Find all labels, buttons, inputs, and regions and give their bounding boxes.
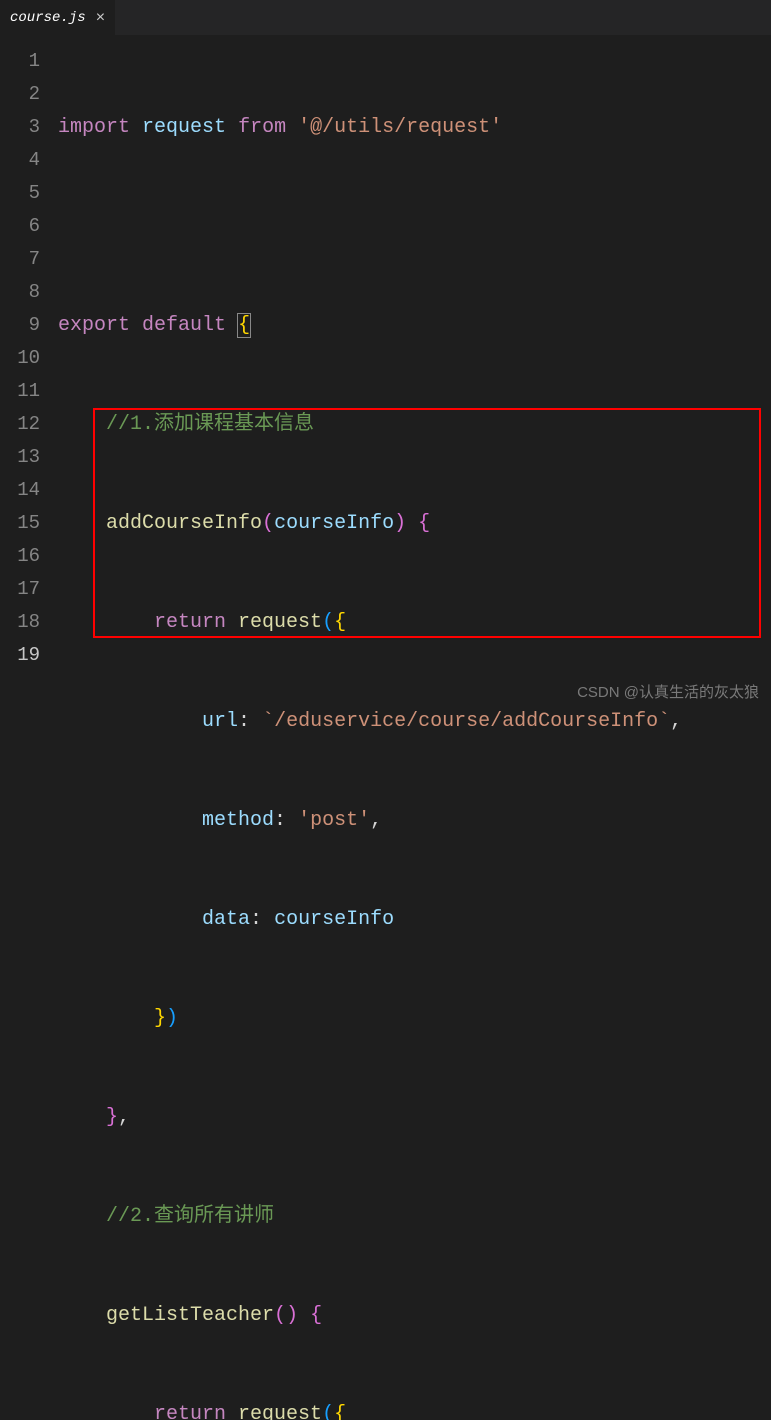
line-number: 16 [0,540,40,573]
code-editor[interactable]: 1 2 3 4 5 6 7 8 9 10 11 12 13 14 15 16 1… [0,35,771,1420]
code-line: data: courseInfo [58,903,771,936]
line-number: 5 [0,177,40,210]
line-number: 18 [0,606,40,639]
file-tab[interactable]: course.js × [0,0,115,35]
tab-filename: course.js [10,10,86,26]
code-line: getListTeacher() { [58,1299,771,1332]
code-line [58,210,771,243]
line-number: 8 [0,276,40,309]
line-number: 14 [0,474,40,507]
line-number: 7 [0,243,40,276]
line-number: 4 [0,144,40,177]
line-number: 17 [0,573,40,606]
code-line: }) [58,1002,771,1035]
code-line: export default { [58,309,771,342]
line-number: 10 [0,342,40,375]
line-number: 2 [0,78,40,111]
line-number: 3 [0,111,40,144]
line-number: 12 [0,408,40,441]
code-content[interactable]: import request from '@/utils/request' ex… [58,35,771,1420]
code-line: return request({ [58,606,771,639]
line-number: 1 [0,45,40,78]
code-line: //1.添加课程基本信息 [58,408,771,441]
line-number: 6 [0,210,40,243]
line-number: 9 [0,309,40,342]
watermark: CSDN @认真生活的灰太狼 [577,681,759,702]
code-line: method: 'post', [58,804,771,837]
tab-bar: course.js × [0,0,771,35]
code-line: //2.查询所有讲师 [58,1200,771,1233]
line-number: 11 [0,375,40,408]
line-number: 15 [0,507,40,540]
code-line: import request from '@/utils/request' [58,111,771,144]
line-number: 19 [0,639,40,672]
code-line: return request({ [58,1398,771,1420]
code-line: addCourseInfo(courseInfo) { [58,507,771,540]
close-icon[interactable]: × [96,9,106,27]
line-number: 13 [0,441,40,474]
code-line: }, [58,1101,771,1134]
line-gutter: 1 2 3 4 5 6 7 8 9 10 11 12 13 14 15 16 1… [0,35,58,1420]
